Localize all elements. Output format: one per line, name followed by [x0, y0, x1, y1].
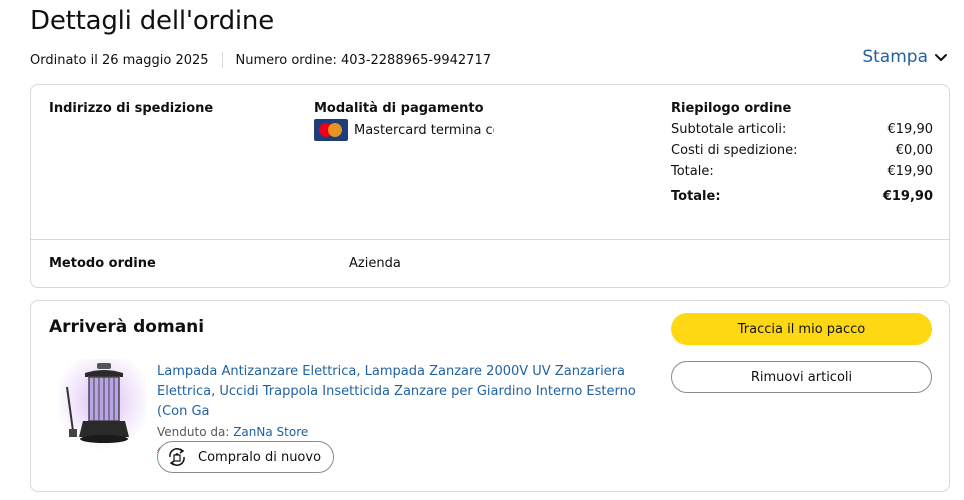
summary-row-subtotal: Subtotale articoli: €19,90 [671, 122, 933, 137]
order-meta: Ordinato il 26 maggio 2025 Numero ordine… [30, 52, 491, 68]
summary-value: €19,90 [887, 164, 934, 179]
order-details-box: Indirizzo di spedizione Modalità di paga… [30, 84, 950, 288]
order-summary-title: Riepilogo ordine [671, 101, 792, 116]
order-summary: Riepilogo ordine Subtotale articoli: €19… [671, 101, 933, 204]
chevron-down-icon [935, 54, 947, 61]
order-number: Numero ordine: 403-2288965-9942717 [235, 52, 491, 68]
buy-again-icon [169, 448, 185, 466]
track-package-button[interactable]: Traccia il mio pacco [671, 313, 932, 345]
buy-again-label: Compralo di nuovo [198, 449, 322, 465]
payment-card: Mastercard termina con [314, 119, 494, 141]
seller-link[interactable]: ZanNa Store [233, 425, 308, 439]
summary-label: Subtotale articoli: [671, 122, 787, 137]
summary-label: Costi di spedizione: [671, 143, 798, 158]
payment-method-label: Modalità di pagamento [314, 101, 484, 116]
summary-label: Totale: [671, 164, 714, 179]
sold-by: Venduto da: ZanNa Store [157, 422, 647, 442]
product-title-link[interactable]: Lampada Antizanzare Elettrica, Lampada Z… [157, 362, 647, 422]
summary-row-shipping: Costi di spedizione: €0,00 [671, 143, 933, 158]
buy-again-button[interactable]: Compralo di nuovo [157, 441, 335, 473]
arrival-status: Arriverà domani [49, 317, 205, 337]
mastercard-icon [314, 119, 348, 141]
product-image[interactable] [59, 359, 147, 451]
shipping-address-label: Indirizzo di spedizione [49, 101, 214, 116]
page-title: Dettagli dell'ordine [30, 6, 274, 36]
divider [31, 239, 949, 240]
print-label: Stampa [862, 47, 928, 67]
grand-total-value: €19,90 [882, 189, 933, 204]
order-method-value: Azienda [349, 256, 401, 271]
summary-row-grand-total: Totale: €19,90 [671, 189, 933, 204]
sold-by-label: Venduto da: [157, 425, 230, 439]
summary-value: €19,90 [887, 122, 934, 137]
remove-items-button[interactable]: Rimuovi articoli [671, 361, 932, 393]
payment-card-text: Mastercard termina con [354, 122, 494, 138]
print-dropdown[interactable]: Stampa [862, 47, 948, 67]
shipment-box: Arriverà domani Lampada Antizanzare Elet… [30, 300, 950, 492]
summary-row-total: Totale: €19,90 [671, 164, 933, 179]
payment-method: Modalità di pagamento Mastercard termina… [314, 101, 494, 141]
meta-divider [221, 52, 223, 68]
shipping-address: Indirizzo di spedizione [49, 101, 213, 116]
order-date: Ordinato il 26 maggio 2025 [30, 52, 209, 68]
summary-value: €0,00 [895, 143, 933, 158]
grand-total-label: Totale: [671, 189, 721, 204]
order-method-label: Metodo ordine [49, 256, 156, 271]
